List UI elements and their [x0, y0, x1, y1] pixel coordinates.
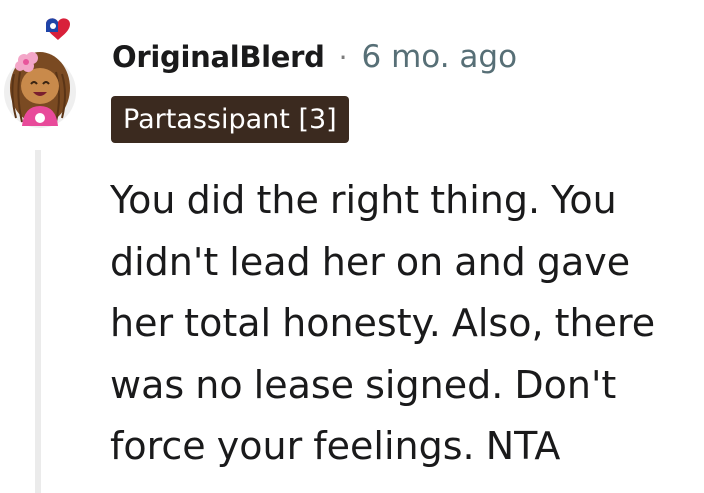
user-flair-badge: Partassipant [3] [111, 96, 349, 143]
heart-flag-icon [46, 18, 70, 40]
snoo-avatar-icon [4, 18, 76, 128]
comment-header: OriginalBlerd · 6 mo. ago [112, 36, 517, 78]
thread-collapse-line[interactable] [35, 150, 41, 493]
username-link[interactable]: OriginalBlerd [112, 40, 325, 74]
separator-dot: · [338, 40, 348, 74]
comment-body: You did the right thing. You didn't lead… [110, 178, 656, 468]
timestamp-link[interactable]: 6 mo. ago [362, 39, 518, 75]
avatar[interactable] [0, 14, 90, 130]
